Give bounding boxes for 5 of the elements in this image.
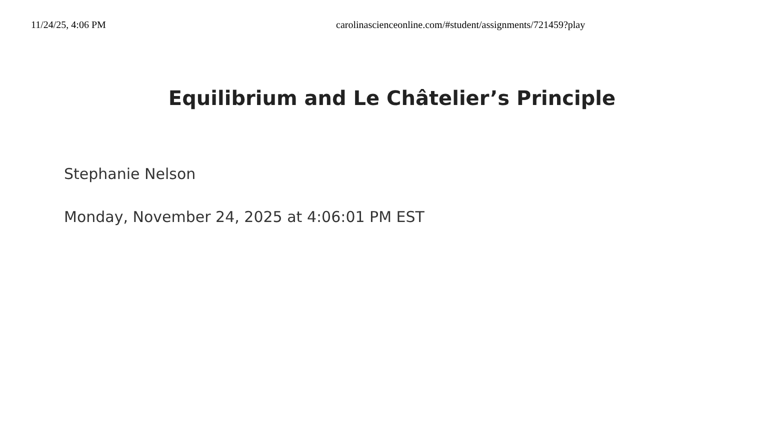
timestamp: Monday, November 24, 2025 at 4:06:01 PM EST: [64, 206, 426, 228]
print-date: 11/24/25, 4:06 PM: [31, 19, 107, 33]
student-name: Stephanie Nelson: [64, 164, 197, 185]
page-url: carolinascienceonline.com/#student/assignments/721459?play: [336, 19, 586, 33]
page-title: Equilibrium and Le Châtelier’s Principle: [168, 85, 616, 112]
